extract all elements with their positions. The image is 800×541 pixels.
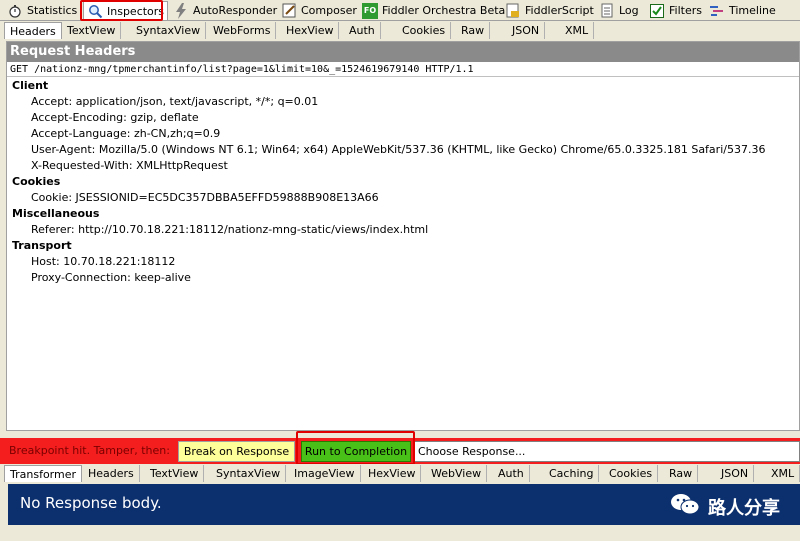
- tab-label: Fiddler Orchestra Beta: [382, 4, 506, 17]
- choose-response-dropdown[interactable]: Choose Response...: [414, 441, 800, 462]
- tab-fiddlerscript[interactable]: FiddlerScript: [502, 1, 597, 20]
- tab-timeline[interactable]: Timeline: [706, 1, 779, 20]
- req-tab-webforms[interactable]: WebForms: [208, 22, 277, 39]
- pencil-icon: [281, 3, 297, 19]
- header-group-cookies: Cookies Cookie: JSESSIONID=EC5DC357DBBA5…: [7, 174, 799, 206]
- request-line[interactable]: GET /nationz-mng/tpmerchantinfo/list?pag…: [7, 62, 799, 77]
- lightning-icon: [173, 2, 189, 19]
- run-to-completion-highlight: [296, 431, 415, 465]
- tab-label: AutoResponder: [193, 4, 278, 17]
- log-icon: [599, 3, 615, 19]
- group-title[interactable]: Cookies: [7, 174, 799, 190]
- watermark: 路人分享: [670, 492, 780, 521]
- header-item[interactable]: Accept-Language: zh-CN,zh;q=0.9: [7, 126, 799, 142]
- tab-fiddler-orchestra[interactable]: FO Fiddler Orchestra Beta: [359, 1, 508, 20]
- resp-tab-caching[interactable]: Caching: [544, 465, 600, 482]
- inspectors-highlight: [80, 0, 163, 21]
- req-tab-raw[interactable]: Raw: [456, 22, 491, 39]
- req-tab-auth[interactable]: Auth: [344, 22, 381, 39]
- tab-statistics[interactable]: Statistics: [4, 1, 80, 20]
- tab-label: FiddlerScript: [525, 4, 594, 17]
- req-tab-json[interactable]: JSON: [507, 22, 546, 39]
- resp-tab-transformer[interactable]: Transformer: [4, 465, 83, 482]
- break-on-response-button[interactable]: Break on Response: [178, 441, 295, 462]
- header-item[interactable]: Accept: application/json, text/javascrip…: [7, 94, 799, 110]
- group-title[interactable]: Client: [7, 78, 799, 94]
- resp-tab-textview[interactable]: TextView: [145, 465, 205, 482]
- resp-tab-auth[interactable]: Auth: [493, 465, 530, 482]
- resp-tab-syntaxview[interactable]: SyntaxView: [211, 465, 287, 482]
- response-body-panel: No Response body. 路人分享: [8, 484, 800, 525]
- group-title[interactable]: Miscellaneous: [7, 206, 799, 222]
- breakpoint-label: Breakpoint hit. Tamper, then:: [9, 444, 170, 457]
- response-tab-bar: Transformer Headers TextView SyntaxView …: [0, 464, 800, 483]
- tab-label: Statistics: [27, 4, 78, 17]
- bottom-strip: [0, 525, 800, 541]
- req-tab-xml[interactable]: XML: [560, 22, 595, 39]
- request-headers-title: Request Headers: [7, 42, 799, 62]
- tab-label: Composer: [301, 4, 357, 17]
- resp-tab-raw[interactable]: Raw: [664, 465, 699, 482]
- script-icon: [505, 3, 521, 19]
- request-tab-bar: Headers TextView SyntaxView WebForms Hex…: [0, 21, 800, 40]
- group-title[interactable]: Transport: [7, 238, 799, 254]
- tab-log[interactable]: Log: [596, 1, 642, 20]
- req-tab-hexview[interactable]: HexView: [281, 22, 340, 39]
- req-tab-textview[interactable]: TextView: [62, 22, 122, 39]
- fo-icon: FO: [362, 2, 378, 19]
- tab-filters[interactable]: Filters: [646, 1, 705, 20]
- request-headers-panel: Request Headers GET /nationz-mng/tpmerch…: [6, 41, 800, 431]
- resp-tab-headers[interactable]: Headers: [83, 465, 140, 482]
- tab-label: Timeline: [729, 4, 776, 17]
- header-item[interactable]: Host: 10.70.18.221:18112: [7, 254, 799, 270]
- no-response-body-text: No Response body.: [20, 494, 162, 512]
- watermark-text: 路人分享: [708, 497, 780, 519]
- timeline-icon: [709, 3, 725, 19]
- resp-tab-imageview[interactable]: ImageView: [289, 465, 361, 482]
- wechat-icon: [670, 492, 700, 521]
- tab-label: Filters: [669, 4, 702, 17]
- req-tab-syntaxview[interactable]: SyntaxView: [131, 22, 207, 39]
- tab-autoresponder[interactable]: AutoResponder: [170, 1, 280, 20]
- header-item[interactable]: Proxy-Connection: keep-alive: [7, 270, 799, 286]
- header-item[interactable]: X-Requested-With: XMLHttpRequest: [7, 158, 799, 174]
- header-item[interactable]: User-Agent: Mozilla/5.0 (Windows NT 6.1;…: [7, 142, 799, 158]
- req-tab-headers[interactable]: Headers: [4, 22, 62, 39]
- tab-composer[interactable]: Composer: [278, 1, 360, 20]
- header-item[interactable]: Cookie: JSESSIONID=EC5DC357DBBA5EFFD5988…: [7, 190, 799, 206]
- header-group-client: Client Accept: application/json, text/ja…: [7, 78, 799, 174]
- header-group-transport: Transport Host: 10.70.18.221:18112 Proxy…: [7, 238, 799, 286]
- header-group-miscellaneous: Miscellaneous Referer: http://10.70.18.2…: [7, 206, 799, 238]
- resp-tab-json[interactable]: JSON: [716, 465, 755, 482]
- header-item[interactable]: Accept-Encoding: gzip, deflate: [7, 110, 799, 126]
- resp-tab-cookies[interactable]: Cookies: [604, 465, 659, 482]
- header-item[interactable]: Referer: http://10.70.18.221:18112/natio…: [7, 222, 799, 238]
- req-tab-cookies[interactable]: Cookies: [397, 22, 452, 39]
- stopwatch-icon: [7, 3, 23, 19]
- resp-tab-webview[interactable]: WebView: [426, 465, 488, 482]
- tab-label: Log: [619, 4, 639, 17]
- resp-tab-xml[interactable]: XML: [766, 465, 800, 482]
- checkbox-icon: [649, 3, 665, 19]
- resp-tab-hexview[interactable]: HexView: [363, 465, 422, 482]
